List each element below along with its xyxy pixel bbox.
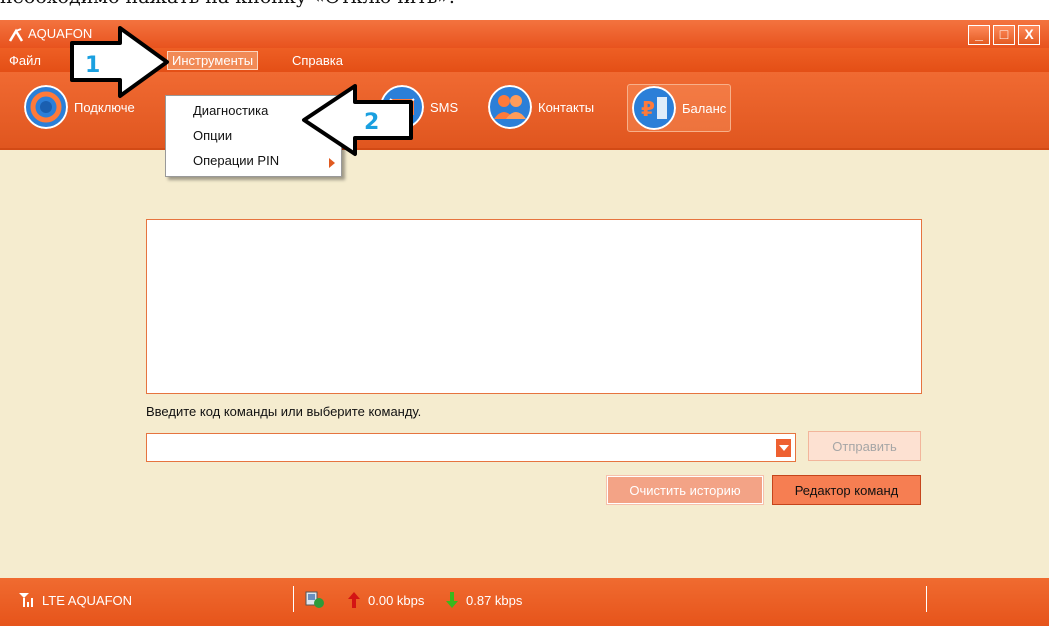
download-speed: 0.87 kbps: [466, 593, 523, 608]
maximize-button[interactable]: □: [993, 25, 1015, 45]
menu-item-diagnostics[interactable]: Диагностика: [193, 103, 268, 118]
command-prompt-label: Введите код команды или выберите команду…: [146, 404, 422, 419]
svg-text:₽: ₽: [641, 97, 655, 121]
contacts-label: Контакты: [538, 99, 595, 115]
signal-bars-icon: [19, 593, 33, 607]
upload-arrow-icon: [348, 592, 360, 608]
document-caption: необходимо нажать на кнопку «Отключить».: [0, 0, 455, 8]
network-status: LTE AQUAFON: [42, 593, 133, 608]
send-button[interactable]: Отправить: [808, 431, 921, 461]
sms-label: SMS: [430, 99, 459, 115]
callout-number-1: 1: [85, 53, 100, 78]
network-connection-icon: [305, 591, 324, 608]
app-window: AQUAFON _ □ X Файл Инструменты Справка П…: [0, 20, 1049, 626]
menu-tools[interactable]: Инструменты: [167, 51, 259, 70]
balance-label: Баланс: [682, 100, 727, 116]
clear-history-button[interactable]: Очистить историю: [606, 475, 764, 505]
balance-icon: ₽: [632, 86, 676, 130]
history-panel: [146, 219, 922, 394]
status-separator: [926, 586, 927, 612]
contacts-button[interactable]: Контакты: [488, 84, 594, 130]
callout-number-2: 2: [364, 110, 379, 135]
submenu-arrow-icon: [329, 158, 335, 168]
connect-icon: [24, 85, 68, 129]
callout-arrow-1: 1: [70, 26, 169, 98]
close-button[interactable]: X: [1018, 25, 1040, 45]
download-arrow-icon: [446, 592, 458, 608]
menu-item-pin-operations[interactable]: Операции PIN: [193, 153, 279, 168]
callout-arrow-2: 2: [302, 84, 413, 156]
connect-label: Подключе: [74, 99, 135, 115]
command-editor-button[interactable]: Редактор команд: [772, 475, 921, 505]
status-separator: [293, 586, 294, 612]
menu-help[interactable]: Справка: [288, 52, 347, 69]
menu-file[interactable]: Файл: [5, 52, 45, 69]
app-logo-icon: [8, 28, 24, 42]
command-dropdown-button[interactable]: [775, 438, 792, 458]
balance-button[interactable]: ₽ Баланс: [627, 84, 732, 132]
upload-speed: 0.00 kbps: [368, 593, 425, 608]
status-bar: LTE AQUAFON 0.00 kbps 0.87 kbps: [0, 578, 1049, 626]
menu-item-options[interactable]: Опции: [193, 128, 232, 143]
command-input[interactable]: [146, 433, 796, 462]
contacts-icon: [488, 85, 532, 129]
minimize-button[interactable]: _: [968, 25, 990, 45]
